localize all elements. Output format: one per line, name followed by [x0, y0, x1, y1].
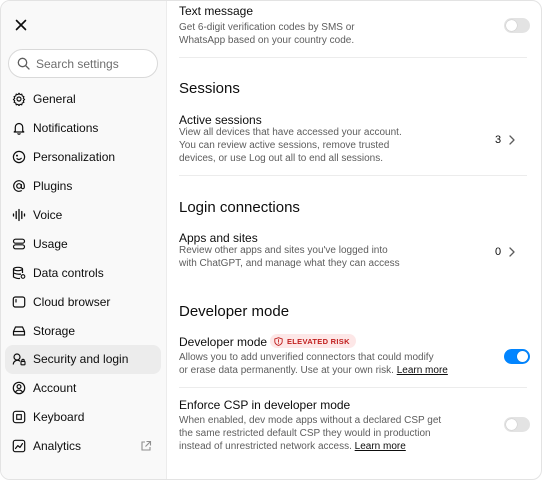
enforce-csp-description: When enabled, dev mode apps without a de… [179, 414, 441, 453]
developer-mode-toggle[interactable] [504, 349, 530, 364]
developer-mode-desc-line: Allows you to add unverified connectors … [179, 352, 434, 363]
sidebar-item-analytics[interactable]: Analytics [5, 432, 161, 461]
lock-icon [12, 352, 26, 366]
browser-icon [12, 295, 26, 309]
sidebar-item-personalization[interactable]: Personalization [5, 143, 161, 172]
search-box[interactable] [8, 49, 158, 78]
sidebar-item-label: Data controls [33, 265, 104, 280]
sidebar-item-data-controls[interactable]: Data controls [5, 258, 161, 287]
sidebar-item-plugins[interactable]: Plugins [5, 172, 161, 201]
developer-mode-description: Allows you to add unverified connectors … [179, 351, 448, 377]
apps-and-sites-open[interactable]: 0 [495, 246, 516, 258]
active-sessions-desc-line: devices, or use Log out all to end all s… [179, 153, 384, 164]
text-message-description: Get 6-digit verification codes by SMS or… [179, 21, 355, 47]
active-sessions-description: View all devices that have accessed your… [179, 126, 402, 165]
elevated-risk-badge: ELEVATED RISK [270, 334, 356, 348]
sidebar-item-notifications[interactable]: Notifications [5, 114, 161, 143]
divider [179, 387, 527, 388]
enforce-csp-title: Enforce CSP in developer mode [179, 398, 351, 412]
text-message-toggle[interactable] [504, 18, 530, 33]
sidebar-item-label: Usage [33, 236, 68, 251]
usage-icon [12, 237, 26, 251]
search-input[interactable] [36, 56, 148, 71]
apps-and-sites-title: Apps and sites [179, 231, 258, 245]
enforce-csp-desc-line: When enabled, dev mode apps without a de… [179, 415, 442, 426]
developer-mode-desc-line: or erase data permanently. Use at your o… [179, 365, 394, 376]
chevron-right-icon [509, 247, 515, 257]
active-sessions-open[interactable]: 3 [495, 134, 516, 146]
external-link-icon [141, 440, 152, 451]
toggle-knob [506, 20, 517, 31]
active-sessions-desc-line: View all devices that have accessed your… [179, 127, 402, 138]
text-message-desc-line: Get 6-digit verification codes by SMS or [179, 22, 355, 33]
warning-icon [274, 336, 283, 346]
sidebar-item-keyboard[interactable]: Keyboard [5, 403, 161, 432]
apps-and-sites-desc-line: Review other apps and sites you've logge… [179, 245, 388, 256]
text-message-title: Text message [179, 4, 254, 18]
sidebar-item-label: Security and login [33, 352, 129, 367]
sidebar-item-usage[interactable]: Usage [5, 229, 161, 258]
sidebar-item-account[interactable]: Account [5, 374, 161, 403]
sidebar-item-label: Personalization [33, 150, 116, 165]
active-sessions-count: 3 [495, 134, 502, 146]
apps-and-sites-count: 0 [495, 246, 502, 258]
sidebar-item-label: Voice [33, 208, 63, 222]
apps-and-sites-desc-line: with ChatGPT, and manage what they can a… [179, 258, 400, 269]
developer-mode-heading: Developer mode [179, 303, 290, 320]
close-button[interactable] [11, 15, 31, 35]
toggle-knob [517, 351, 528, 362]
active-sessions-desc-line: You can review active sessions, remove t… [179, 140, 390, 151]
developer-mode-learn-more-link[interactable]: Learn more [397, 365, 448, 376]
account-icon [12, 381, 26, 395]
sidebar-item-general[interactable]: General [5, 85, 161, 114]
sidebar-item-label: Notifications [33, 121, 99, 136]
sidebar-nav: General Notifications Personalization Pl… [5, 85, 161, 461]
active-sessions-title: Active sessions [179, 113, 262, 127]
divider [179, 57, 527, 58]
sidebar-item-label: Cloud browser [33, 294, 111, 309]
enforce-csp-learn-more-link[interactable]: Learn more [355, 441, 406, 452]
sidebar-item-label: Analytics [33, 439, 82, 454]
storage-icon [12, 324, 26, 338]
database-icon [12, 266, 26, 280]
sidebar-item-label: General [33, 92, 76, 107]
sessions-heading: Sessions [179, 80, 240, 97]
personalization-icon [12, 150, 26, 164]
developer-mode-title: Developer mode [179, 335, 268, 349]
analytics-icon [12, 439, 26, 453]
sidebar-item-voice[interactable]: Voice [5, 201, 161, 230]
gear-icon [12, 92, 26, 107]
settings-window: General Notifications Personalization Pl… [0, 0, 542, 480]
settings-content: Text message Get 6-digit verification co… [167, 1, 541, 479]
enforce-csp-toggle[interactable] [504, 417, 530, 432]
enforce-csp-desc-line: instead of unrestricted network access. [179, 441, 352, 452]
waveform-icon [12, 208, 26, 222]
divider [179, 175, 527, 176]
apps-and-sites-description: Review other apps and sites you've logge… [179, 244, 400, 270]
sidebar-item-storage[interactable]: Storage [5, 316, 161, 345]
sidebar-item-label: Plugins [33, 179, 73, 194]
elevated-risk-label: ELEVATED RISK [287, 336, 350, 346]
bell-icon [12, 121, 26, 136]
sidebar-item-security-and-login[interactable]: Security and login [5, 345, 161, 374]
at-icon [12, 179, 26, 193]
text-message-desc-line: WhatsApp based on your country code. [179, 35, 355, 46]
enforce-csp-desc-line: the same restricted default CSP they wou… [179, 428, 431, 439]
sidebar-item-label: Keyboard [33, 410, 85, 425]
toggle-knob [506, 419, 517, 430]
sidebar-item-label: Account [33, 381, 77, 396]
keyboard-icon [12, 410, 26, 424]
login-connections-heading: Login connections [179, 199, 300, 216]
chevron-right-icon [509, 135, 515, 145]
sidebar-item-cloud-browser[interactable]: Cloud browser [5, 287, 161, 316]
search-icon [17, 57, 30, 70]
sidebar-item-label: Storage [33, 323, 76, 338]
settings-sidebar: General Notifications Personalization Pl… [1, 1, 167, 479]
close-icon [15, 19, 27, 31]
